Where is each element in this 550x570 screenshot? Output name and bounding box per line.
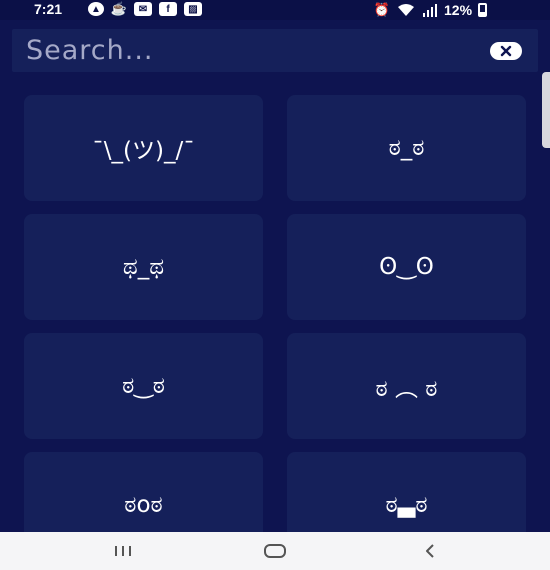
emoticon-text: ʘ‿ʘ	[379, 254, 434, 280]
mail-icon: ✉	[134, 2, 152, 16]
facebook-icon: f	[159, 2, 177, 16]
search-input[interactable]	[26, 33, 466, 67]
emoticon-card[interactable]: ಠ_ಠ	[287, 95, 526, 201]
notification-icons: ▲ ☕ ✉ f ▨	[88, 1, 202, 16]
search-bar	[12, 29, 538, 72]
clear-search-button[interactable]	[490, 42, 522, 60]
alarm-icon: ⏰	[373, 2, 391, 17]
system-icons: ⏰ 12%	[373, 2, 488, 18]
status-time: 7:21	[34, 1, 63, 17]
emoticon-card[interactable]: ಠ ︵ ಠ	[287, 333, 526, 439]
gallery-icon: ▨	[184, 2, 202, 16]
wifi-icon	[398, 4, 414, 16]
emoticon-text: ಠ ︵ ಠ	[375, 376, 438, 402]
emoticon-card[interactable]: ಥ_ಥ	[24, 214, 263, 320]
signal-icon	[423, 4, 437, 17]
food-icon: ☕	[110, 1, 128, 16]
home-button[interactable]	[260, 540, 290, 562]
emoticon-text: ಠ‿ಠ	[122, 373, 165, 399]
recent-apps-icon	[115, 546, 131, 556]
emoticon-text: ಠoಠ	[124, 492, 163, 518]
navigation-icon: ▲	[88, 2, 104, 16]
back-icon	[426, 544, 434, 558]
home-icon	[264, 544, 286, 558]
recent-apps-button[interactable]	[108, 540, 138, 562]
close-icon	[500, 45, 512, 57]
emoticon-text: ಥ_ಥ	[122, 254, 165, 280]
status-bar: 7:21 ▲ ☕ ✉ f ▨ ⏰ 12%	[0, 0, 550, 20]
navigation-bar	[0, 532, 550, 570]
emoticon-card[interactable]: ಠ‿ಠ	[24, 333, 263, 439]
battery-percent: 12%	[444, 2, 473, 18]
emoticon-card[interactable]: ʘ‿ʘ	[287, 214, 526, 320]
emoticon-text: ¯\_(ツ)_/¯	[92, 138, 195, 164]
back-button[interactable]	[418, 540, 442, 562]
battery-icon	[478, 3, 488, 17]
scrollbar-thumb[interactable]	[542, 72, 550, 148]
emoticon-text: ಠ▃ಠ	[385, 492, 428, 518]
emoticon-card[interactable]: ¯\_(ツ)_/¯	[24, 95, 263, 201]
emoticon-text: ಠ_ಠ	[388, 135, 425, 161]
